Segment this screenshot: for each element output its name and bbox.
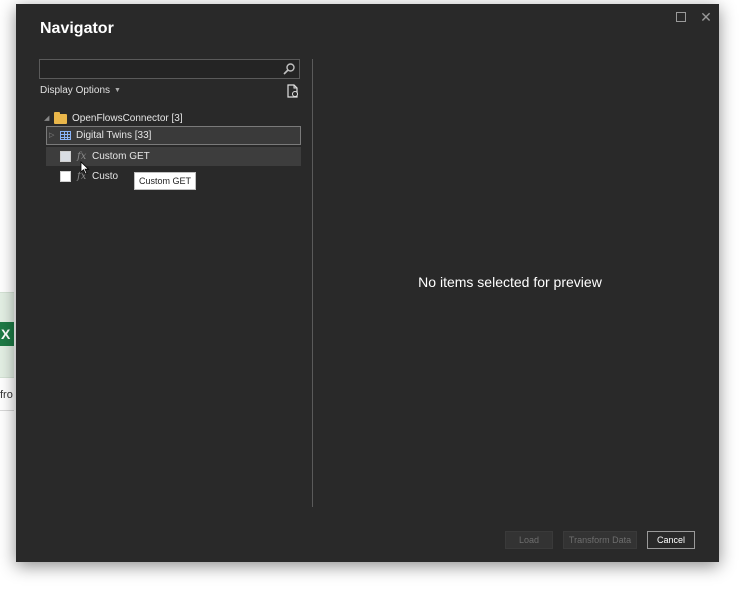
tree-item-label: Custo (92, 171, 119, 183)
display-options-dropdown[interactable]: Display Options ▼ (40, 85, 121, 96)
refresh-document-icon[interactable] (287, 84, 299, 98)
load-button[interactable]: Load (505, 531, 553, 549)
collapse-toggle-icon[interactable]: ▷ (49, 127, 57, 144)
pane-splitter[interactable] (312, 59, 313, 507)
table-icon (60, 131, 71, 140)
search-icon[interactable] (282, 62, 296, 76)
tree-item-label: Custom GET (92, 151, 150, 163)
tree-item-label: Digital Twins [33] (76, 130, 152, 142)
cancel-button[interactable]: Cancel (647, 531, 695, 549)
checkbox[interactable] (60, 151, 71, 162)
close-icon[interactable]: ✕ (699, 10, 713, 24)
background-divider (0, 410, 14, 411)
tree-item-digital-twins[interactable]: ▷ Digital Twins [33] (46, 126, 301, 145)
folder-icon (54, 111, 67, 124)
transform-data-button[interactable]: Transform Data (563, 531, 637, 549)
search-input[interactable] (39, 59, 300, 79)
background-partial-text: fro (0, 389, 13, 401)
chevron-down-icon: ▼ (114, 87, 121, 94)
preview-empty-message: No items selected for preview (418, 274, 602, 290)
mouse-cursor-icon (80, 161, 90, 175)
display-options-label: Display Options (40, 85, 111, 96)
tree-item-label: OpenFlowsConnector [3] (72, 113, 183, 125)
checkbox[interactable] (60, 171, 71, 182)
maximize-icon[interactable] (674, 10, 688, 24)
excel-icon: X (0, 322, 14, 346)
tooltip: Custom GET (134, 172, 197, 190)
navigator-dialog: ✕ Navigator Display Options ▼ ◢ OpenFlowsC… (16, 4, 719, 562)
dialog-title: Navigator (40, 20, 114, 37)
